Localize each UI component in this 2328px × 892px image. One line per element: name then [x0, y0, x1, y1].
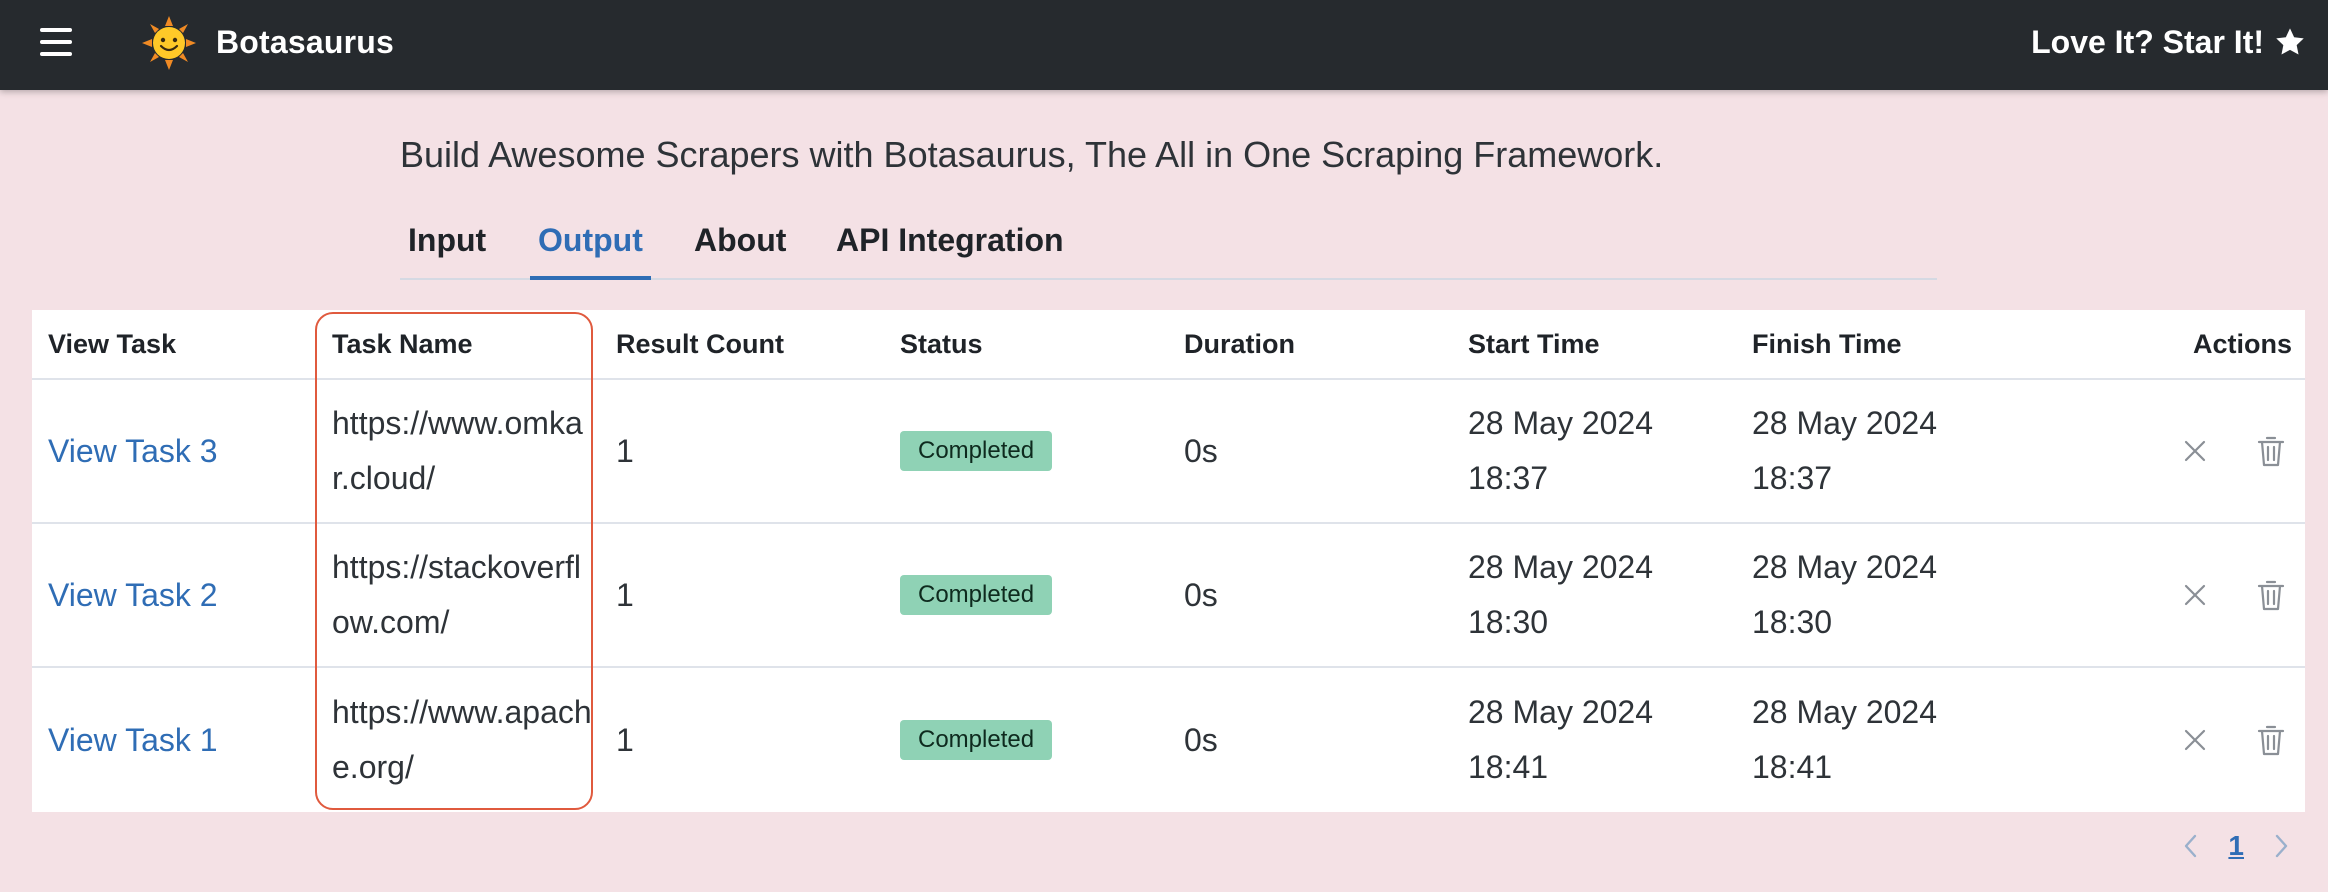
- finish-time: 28 May 2024 18:37: [1752, 396, 1937, 506]
- column-header[interactable]: Task Name: [332, 310, 612, 378]
- tab-about[interactable]: About: [686, 218, 794, 280]
- pagination: 1: [2180, 826, 2292, 866]
- tab-output[interactable]: Output: [530, 218, 651, 280]
- table-row: View Task 2 https://stackoverflow.com/ 1…: [32, 524, 2305, 668]
- tab-api-integration[interactable]: API Integration: [828, 218, 1072, 280]
- finish-clock: 18:37: [1752, 460, 1833, 496]
- finish-clock: 18:30: [1752, 604, 1833, 640]
- start-clock: 18:30: [1468, 604, 1549, 640]
- task-name: https://stackoverflow.com/: [332, 549, 581, 640]
- status-badge: Completed: [900, 720, 1053, 760]
- finish-time: 28 May 2024 18:30: [1752, 540, 1937, 650]
- trash-icon[interactable]: [2256, 723, 2286, 757]
- close-icon[interactable]: [2180, 578, 2210, 612]
- column-header[interactable]: Start Time: [1468, 310, 1738, 378]
- column-header[interactable]: Result Count: [616, 310, 886, 378]
- sun-logo-icon[interactable]: [140, 14, 198, 72]
- start-clock: 18:37: [1468, 460, 1549, 496]
- finish-clock: 18:41: [1752, 749, 1833, 785]
- status-badge: Completed: [900, 431, 1053, 471]
- chevron-left-icon[interactable]: [2180, 831, 2202, 861]
- finish-date: 28 May 2024: [1752, 549, 1938, 585]
- star-it-link[interactable]: Love It? Star It!: [2031, 20, 2306, 64]
- task-name: https://www.omkar.cloud/: [332, 405, 583, 496]
- finish-date: 28 May 2024: [1752, 405, 1938, 441]
- column-header[interactable]: Status: [900, 310, 1170, 378]
- view-task-link[interactable]: View Task 3: [48, 433, 218, 470]
- tasks-table: View Task Task Name Result Count Status …: [32, 310, 2305, 812]
- duration: 0s: [1184, 432, 1218, 469]
- view-task-link[interactable]: View Task 2: [48, 577, 218, 614]
- column-header: Actions: [2192, 328, 2292, 359]
- column-header[interactable]: Duration: [1184, 310, 1454, 378]
- close-icon[interactable]: [2180, 723, 2210, 757]
- start-date: 28 May 2024: [1468, 694, 1654, 730]
- finish-time: 28 May 2024 18:41: [1752, 685, 1937, 795]
- star-it-label: Love It? Star It!: [2031, 24, 2264, 60]
- table-header-row: View Task Task Name Result Count Status …: [32, 310, 2305, 380]
- brand-name[interactable]: Botasaurus: [216, 20, 394, 64]
- close-icon[interactable]: [2180, 434, 2210, 468]
- start-clock: 18:41: [1468, 749, 1549, 785]
- trash-icon[interactable]: [2256, 578, 2286, 612]
- start-date: 28 May 2024: [1468, 405, 1654, 441]
- trash-icon[interactable]: [2256, 434, 2286, 468]
- table-row: View Task 3 https://www.omkar.cloud/ 1 C…: [32, 380, 2305, 524]
- page-number[interactable]: 1: [2228, 830, 2244, 862]
- table-row: View Task 1 https://www.apache.org/ 1 Co…: [32, 668, 2305, 812]
- start-time: 28 May 2024 18:30: [1468, 540, 1653, 650]
- start-date: 28 May 2024: [1468, 549, 1654, 585]
- tab-input[interactable]: Input: [400, 218, 494, 280]
- view-task-link[interactable]: View Task 1: [48, 722, 218, 759]
- finish-date: 28 May 2024: [1752, 694, 1938, 730]
- start-time: 28 May 2024 18:41: [1468, 685, 1653, 795]
- start-time: 28 May 2024 18:37: [1468, 396, 1653, 506]
- page-tagline: Build Awesome Scrapers with Botasaurus, …: [400, 134, 1664, 175]
- result-count: 1: [616, 721, 634, 758]
- chevron-right-icon[interactable]: [2270, 831, 2292, 861]
- task-name: https://www.apache.org/: [332, 694, 592, 785]
- result-count: 1: [616, 576, 634, 613]
- result-count: 1: [616, 432, 634, 469]
- tab-bar: Input Output About API Integration: [400, 212, 1937, 280]
- hamburger-icon[interactable]: [40, 28, 72, 56]
- star-icon: [2276, 28, 2304, 55]
- top-navbar: Botasaurus Love It? Star It!: [0, 0, 2328, 90]
- status-badge: Completed: [900, 575, 1053, 615]
- column-header[interactable]: Finish Time: [1752, 310, 2022, 378]
- column-header[interactable]: View Task: [48, 310, 318, 378]
- duration: 0s: [1184, 576, 1218, 613]
- duration: 0s: [1184, 721, 1218, 758]
